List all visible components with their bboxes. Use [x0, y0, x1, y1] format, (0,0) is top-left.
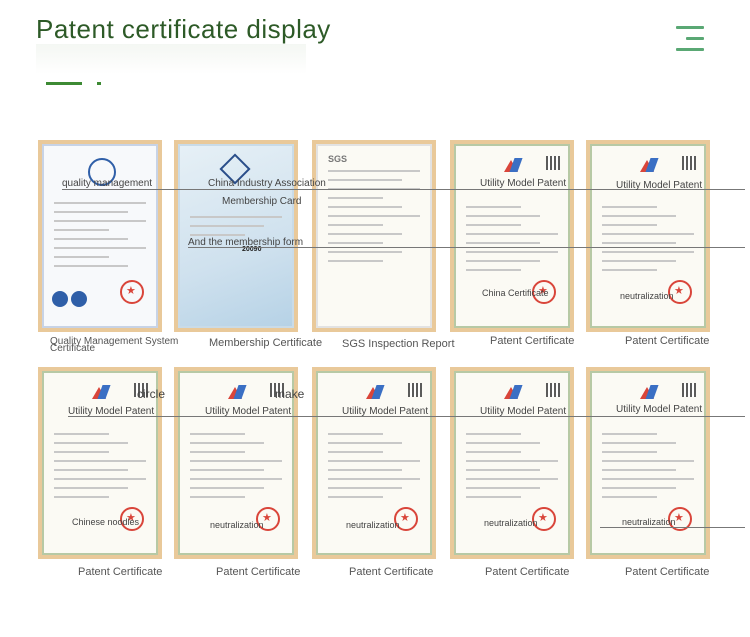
overlay-quality-management: quality management — [62, 178, 153, 189]
qr-code-icon — [408, 383, 422, 397]
certificate-patent-7[interactable] — [586, 367, 710, 559]
title-shadow — [36, 44, 306, 74]
overlay-circle: circle — [137, 387, 166, 401]
patent-office-logo-icon — [502, 156, 524, 176]
patent-office-logo-icon — [638, 383, 660, 403]
qr-code-icon — [546, 383, 560, 397]
caption-patent: Patent Certificate — [349, 566, 434, 578]
accreditation-badges — [52, 291, 90, 312]
patent-office-logo-icon — [364, 383, 386, 403]
overlay-utility-model-patent: Utility Model Patent — [480, 406, 567, 417]
overlay-make: make — [275, 387, 305, 401]
overlay-utility-model-patent: Utility Model Patent — [205, 406, 292, 417]
caption-sgs: SGS Inspection Report — [342, 338, 455, 350]
overlay-neutralization: neutralization — [620, 291, 674, 301]
overlay-line — [600, 527, 745, 528]
patent-office-logo-icon — [502, 383, 524, 403]
qr-code-icon — [682, 156, 696, 170]
certificate-membership[interactable]: 20090 — [174, 140, 298, 332]
overlay-utility-model-patent: Utility Model Patent — [616, 180, 703, 191]
overlay-china-certificate: China Certificate — [482, 288, 549, 298]
overlay-utility-model-patent: Utility Model Patent — [342, 406, 429, 417]
qr-code-icon — [682, 383, 696, 397]
overlay-neutralization: neutralization — [346, 520, 400, 530]
overlay-chinese-noodles: Chinese noodles — [72, 517, 140, 527]
certificate-sgs[interactable]: SGS — [312, 140, 436, 332]
caption-patent: Patent Certificate — [490, 335, 575, 347]
patent-office-logo-icon — [638, 156, 660, 176]
certificate-patent-1[interactable] — [450, 140, 574, 332]
red-seal-icon — [120, 280, 144, 304]
caption-membership: Membership Certificate — [209, 337, 323, 349]
qr-code-icon — [546, 156, 560, 170]
patent-office-logo-icon — [226, 383, 248, 403]
certificate-patent-5[interactable] — [312, 367, 436, 559]
certificate-quality[interactable] — [38, 140, 162, 332]
caption-patent: Patent Certificate — [625, 335, 710, 347]
certificate-patent-6[interactable] — [450, 367, 574, 559]
patent-office-logo-icon — [90, 383, 112, 403]
overlay-china-industry-association: China Industry Association — [208, 178, 326, 189]
overlay-neutralization: neutralization — [622, 517, 676, 527]
overlay-utility-model-patent: Utility Model Patent — [616, 404, 703, 415]
accent-bar — [46, 82, 82, 85]
overlay-neutralization: neutralization — [210, 520, 264, 530]
overlay-neutralization: neutralization — [484, 518, 538, 528]
hamburger-menu-icon[interactable] — [672, 26, 704, 54]
certificate-patent-2[interactable] — [586, 140, 710, 332]
overlay-membership-form: And the membership form — [188, 237, 304, 248]
caption-patent: Patent Certificate — [216, 566, 301, 578]
caption-patent: Patent Certificate — [78, 566, 163, 578]
caption-patent: Patent Certificate — [485, 566, 570, 578]
caption-patent: Patent Certificate — [625, 566, 710, 578]
page-title: Patent certificate display — [36, 14, 331, 44]
caption-quality-line2: Certificate — [50, 343, 96, 354]
sgs-logo: SGS — [328, 154, 348, 164]
overlay-membership-card: Membership Card — [222, 196, 302, 207]
accent-dot — [97, 82, 101, 85]
overlay-utility-model-patent: Utility Model Patent — [480, 178, 567, 189]
overlay-utility-model-patent: Utility Model Patent — [68, 406, 155, 417]
